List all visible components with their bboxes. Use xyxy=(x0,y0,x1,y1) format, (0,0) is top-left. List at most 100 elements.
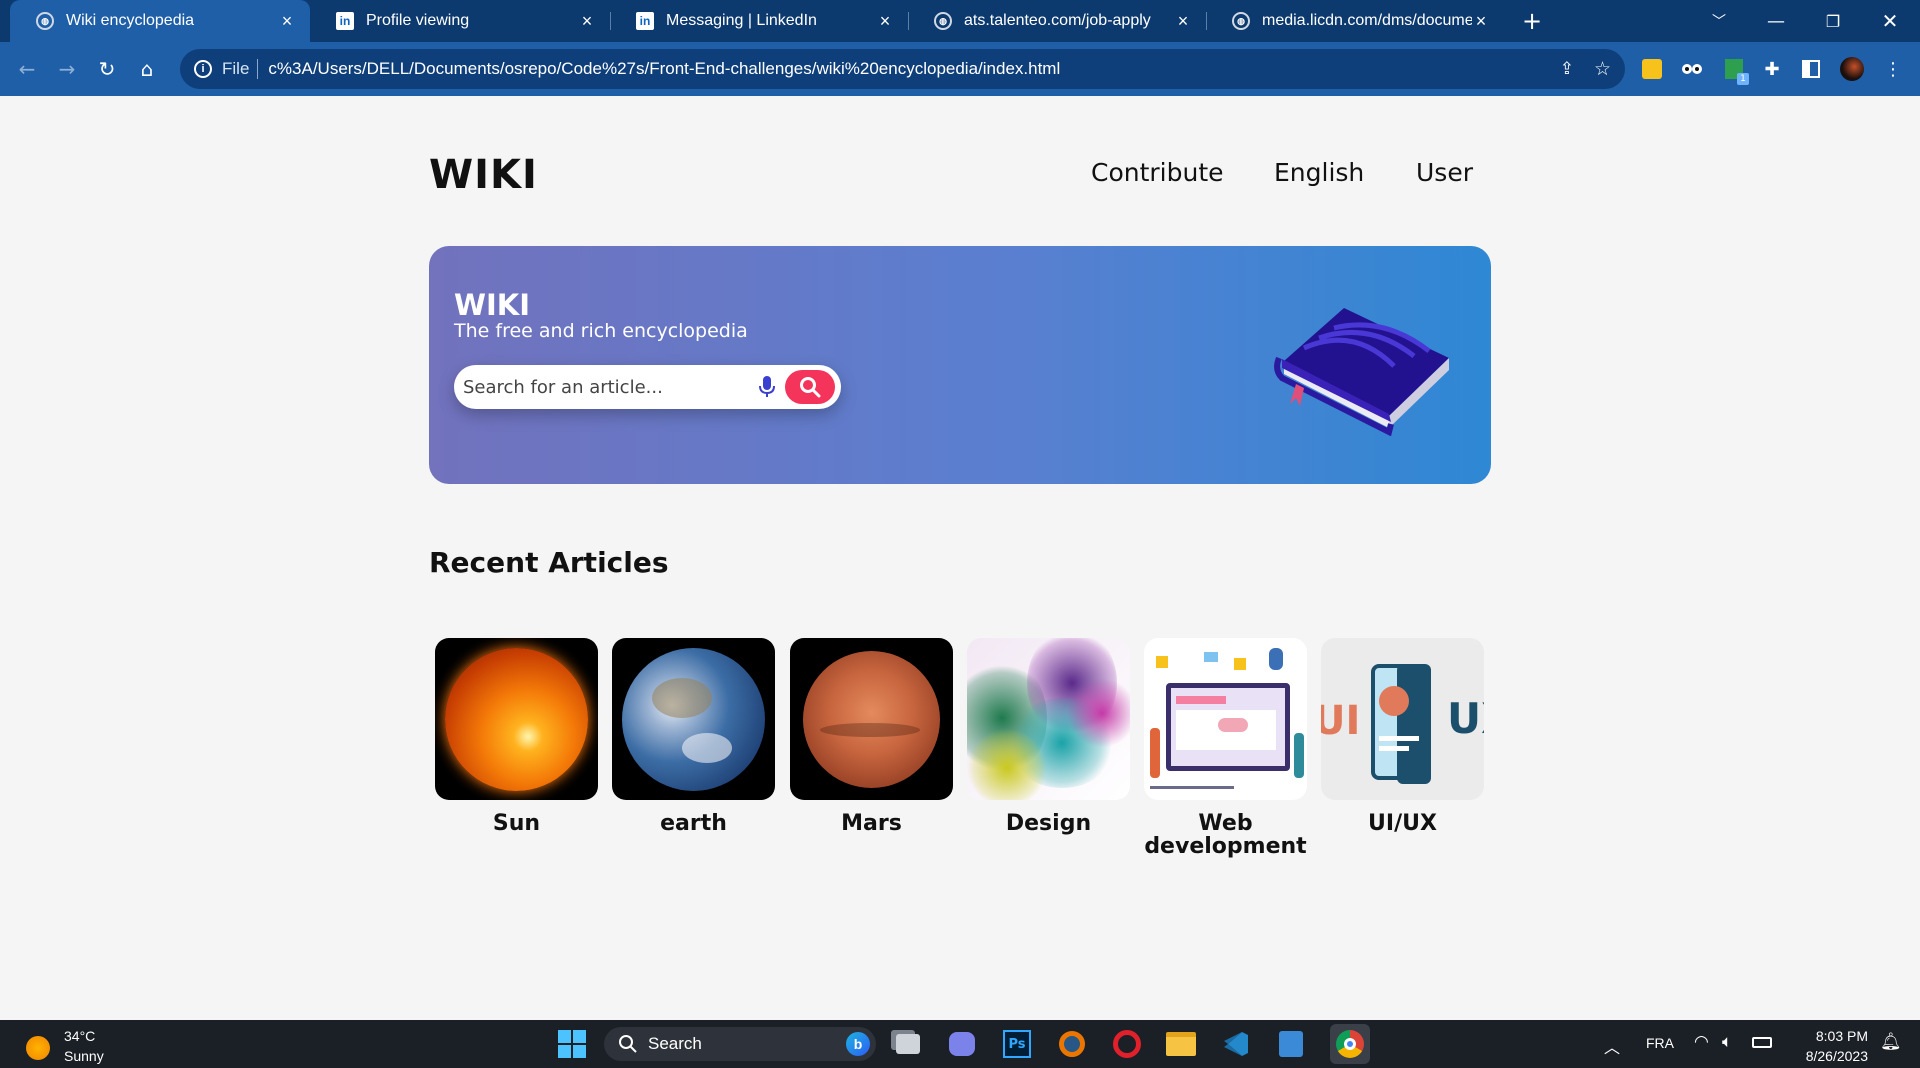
windows-start-icon[interactable] xyxy=(556,1028,588,1060)
globe-icon: ◍ xyxy=(934,12,952,30)
sheets-extension-icon[interactable]: 1 xyxy=(1720,55,1749,85)
web-dev-image[interactable] xyxy=(1144,638,1307,800)
nav-user[interactable]: User xyxy=(1416,158,1473,187)
article-title[interactable]: Mars xyxy=(790,812,953,835)
task-view-icon[interactable] xyxy=(892,1028,924,1060)
earth-image[interactable] xyxy=(612,638,775,800)
search-button[interactable] xyxy=(785,370,835,404)
article-card-mars[interactable]: Mars xyxy=(790,638,953,835)
close-icon[interactable]: × xyxy=(1472,11,1490,32)
nav-english[interactable]: English xyxy=(1274,158,1364,187)
chrome-icon[interactable] xyxy=(1330,1024,1370,1064)
mars-image[interactable] xyxy=(790,638,953,800)
weather-condition[interactable]: Sunny xyxy=(64,1048,104,1064)
recent-articles-heading: Recent Articles xyxy=(429,546,669,579)
menu-dots-icon[interactable]: ⋮ xyxy=(1879,55,1907,83)
taskbar-search[interactable]: Search b xyxy=(604,1027,876,1061)
weather-temperature[interactable]: 34°C xyxy=(64,1028,95,1044)
sun-image[interactable] xyxy=(435,638,598,800)
home-icon[interactable]: ⌂ xyxy=(132,54,162,84)
tab-title: media.licdn.com/dms/document/ xyxy=(1262,12,1472,29)
battery-icon[interactable] xyxy=(1752,1037,1772,1048)
linkedin-icon: in xyxy=(336,12,354,30)
article-title[interactable]: earth xyxy=(612,812,775,835)
tab-wiki-encyclopedia[interactable]: ◍ Wiki encyclopedia × xyxy=(10,0,310,42)
teams-chat-icon[interactable] xyxy=(946,1028,978,1060)
browser-tab-strip: ◍ Wiki encyclopedia × in Profile viewing… xyxy=(0,0,1920,42)
notification-bell-icon[interactable]: 🔔︎ xyxy=(1880,1032,1902,1052)
search-input[interactable] xyxy=(463,376,753,398)
close-icon[interactable]: × xyxy=(578,11,596,32)
ui-ux-image[interactable]: UI UX xyxy=(1321,638,1484,800)
tab-licdn-document[interactable]: ◍ media.licdn.com/dms/document/ × xyxy=(1206,0,1504,42)
bookmark-star-icon[interactable]: ☆ xyxy=(1594,58,1611,81)
search-bar xyxy=(454,365,841,409)
sun-weather-icon[interactable] xyxy=(26,1036,50,1060)
tab-messaging-linkedin[interactable]: in Messaging | LinkedIn × xyxy=(610,0,908,42)
tab-title: ats.talenteo.com/job-apply xyxy=(964,12,1151,29)
opera-icon[interactable] xyxy=(1111,1028,1143,1060)
file-explorer-icon[interactable] xyxy=(1165,1028,1197,1060)
article-title[interactable]: Sun xyxy=(435,812,598,835)
taskbar: 34°C Sunny Search b Ps ︿ FRA ◠ 🔈︎ 8:03 P… xyxy=(0,1020,1920,1068)
restore-button[interactable]: ❐ xyxy=(1811,0,1855,42)
vscode-icon[interactable] xyxy=(1220,1028,1252,1060)
back-arrow-icon[interactable]: ← xyxy=(12,54,42,84)
ink-smoke-image[interactable] xyxy=(967,638,1130,800)
article-card-earth[interactable]: earth xyxy=(612,638,775,835)
book-illustration xyxy=(1274,308,1449,436)
reload-icon[interactable]: ↻ xyxy=(92,54,122,84)
article-card-web-development[interactable]: Web development xyxy=(1144,638,1307,858)
browser-toolbar: ← → ↻ ⌂ i File c%3A/Users/DELL/Documents… xyxy=(0,42,1920,96)
close-icon[interactable]: × xyxy=(278,11,296,32)
close-window-button[interactable]: ✕ xyxy=(1868,0,1912,42)
photoshop-icon[interactable]: Ps xyxy=(1001,1028,1033,1060)
article-title[interactable]: Design xyxy=(967,812,1130,835)
tab-talenteo-job-apply[interactable]: ◍ ats.talenteo.com/job-apply × xyxy=(908,0,1206,42)
hero-title: WIKI xyxy=(454,288,531,322)
search-icon xyxy=(619,1035,637,1053)
close-icon[interactable]: × xyxy=(1174,11,1192,32)
url-text[interactable]: c%3A/Users/DELL/Documents/osrepo/Code%27… xyxy=(268,59,1549,79)
minimize-button[interactable]: — xyxy=(1754,0,1798,42)
blender-icon[interactable] xyxy=(1056,1028,1088,1060)
tab-title: Wiki encyclopedia xyxy=(66,12,195,29)
puzzle-extensions-icon[interactable]: ✚ xyxy=(1758,55,1786,83)
tab-profile-viewing[interactable]: in Profile viewing × xyxy=(310,0,610,42)
store-icon[interactable] xyxy=(1275,1028,1307,1060)
microphone-icon[interactable] xyxy=(758,376,776,398)
tab-title: Profile viewing xyxy=(366,12,470,29)
article-card-sun[interactable]: Sun xyxy=(435,638,598,835)
article-title[interactable]: Web development xyxy=(1144,812,1307,858)
bing-icon[interactable]: b xyxy=(846,1032,870,1056)
globe-icon: ◍ xyxy=(36,12,54,30)
clock-time[interactable]: 8:03 PM xyxy=(1808,1028,1868,1044)
address-bar[interactable]: i File c%3A/Users/DELL/Documents/osrepo/… xyxy=(180,49,1625,89)
forward-arrow-icon[interactable]: → xyxy=(52,54,82,84)
article-title[interactable]: UI/UX xyxy=(1321,812,1484,835)
keyboard-language[interactable]: FRA xyxy=(1646,1035,1674,1051)
tray-chevron-icon[interactable]: ︿ xyxy=(1604,1034,1620,1058)
globe-icon: ◍ xyxy=(1232,12,1250,30)
spy-extension-icon[interactable] xyxy=(1678,55,1706,83)
scheme-label: File xyxy=(222,59,250,78)
close-icon[interactable]: × xyxy=(876,11,894,32)
clock-date[interactable]: 8/26/2023 xyxy=(1796,1048,1868,1064)
article-card-design[interactable]: Design xyxy=(967,638,1130,835)
article-card-ui-ux[interactable]: UI UX UI/UX xyxy=(1321,638,1484,835)
search-icon xyxy=(800,377,821,398)
volume-icon[interactable]: 🔈︎ xyxy=(1722,1032,1732,1052)
keep-extension-icon[interactable] xyxy=(1638,55,1666,83)
site-logo[interactable]: WIKI xyxy=(429,152,538,198)
address-divider xyxy=(257,59,259,79)
share-icon[interactable]: ⇪ xyxy=(1560,59,1574,79)
profile-avatar[interactable] xyxy=(1838,55,1866,83)
side-panel-icon[interactable] xyxy=(1797,55,1825,83)
nav-contribute[interactable]: Contribute xyxy=(1091,158,1224,187)
linkedin-icon: in xyxy=(636,12,654,30)
wifi-icon[interactable]: ◠ xyxy=(1694,1032,1709,1052)
new-tab-button[interactable]: + xyxy=(1510,0,1554,42)
info-icon[interactable]: i xyxy=(194,60,212,78)
web-page: WIKI Contribute English User WIKI The fr… xyxy=(0,96,1920,1020)
tab-search-chevron-icon[interactable]: ﹀ xyxy=(1697,0,1741,42)
